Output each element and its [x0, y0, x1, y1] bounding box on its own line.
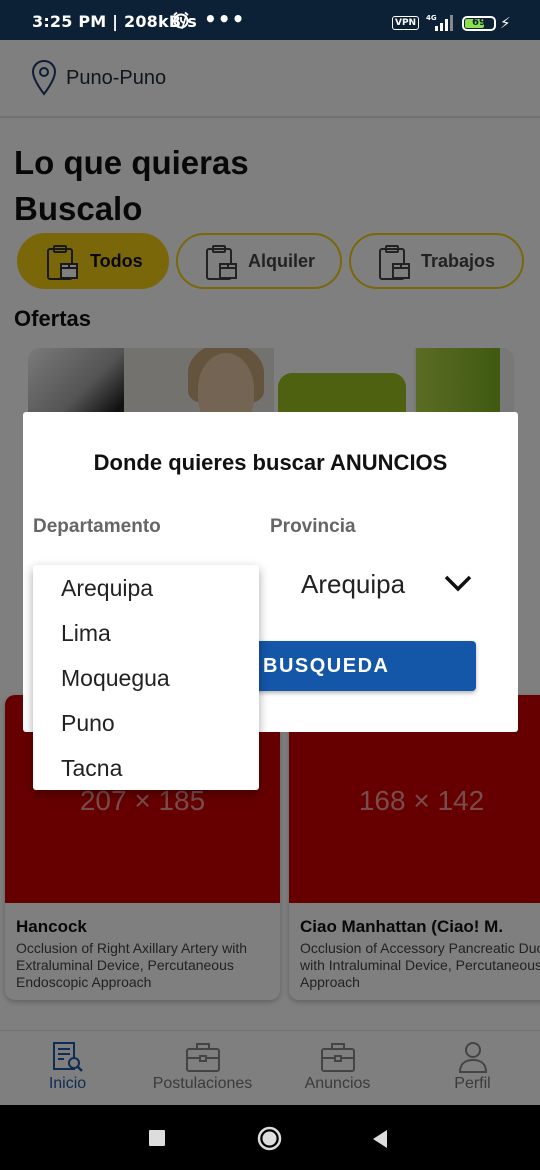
alarm-icon	[172, 11, 190, 33]
department-label: Departamento	[33, 516, 161, 537]
back-icon[interactable]	[371, 1129, 389, 1149]
department-option[interactable]: Arequipa	[61, 575, 153, 602]
battery-icon: 69	[462, 16, 496, 31]
signal-icon: 4G	[424, 13, 456, 37]
department-dropdown-menu: Arequipa Lima Moquegua Puno Tacna	[33, 565, 259, 790]
more-notifications-icon: •••	[204, 7, 246, 31]
charging-icon: ⚡	[500, 14, 511, 32]
province-select[interactable]: Arequipa	[301, 567, 476, 603]
status-bar: 3:25 PM | 208kB/s ••• VPN 4G 69 ⚡	[0, 0, 540, 40]
department-option[interactable]: Puno	[61, 710, 115, 737]
province-label: Provincia	[270, 516, 356, 537]
dialog-title: Donde quieres buscar ANUNCIOS	[93, 450, 448, 475]
department-option[interactable]: Lima	[61, 620, 111, 647]
battery-level: 69	[472, 17, 486, 28]
chevron-down-icon	[443, 573, 473, 598]
recents-icon[interactable]	[149, 1130, 165, 1146]
network-type: 4G	[426, 14, 437, 22]
vpn-badge: VPN	[392, 16, 420, 30]
department-option[interactable]: Moquegua	[61, 665, 170, 692]
home-icon[interactable]	[257, 1126, 282, 1151]
department-option[interactable]: Tacna	[61, 755, 122, 782]
system-navigation-bar	[0, 1105, 540, 1170]
province-selected-value: Arequipa	[301, 569, 406, 599]
